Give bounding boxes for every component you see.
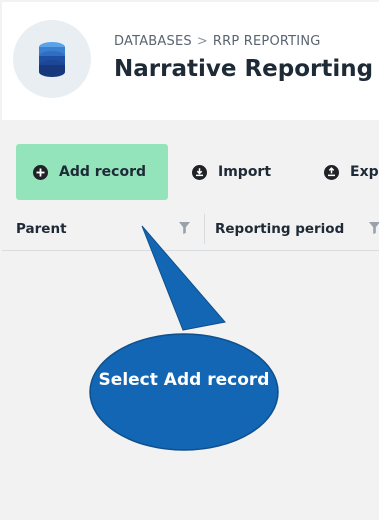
column-header-reporting-period[interactable]: Reporting period [215,208,344,250]
database-icon [39,42,65,77]
export-icon [324,164,339,180]
column-divider[interactable] [204,214,205,244]
breadcrumb-separator: > [196,34,208,49]
add-record-button[interactable]: Add record [16,144,168,200]
add-record-label: Add record [59,164,146,180]
page-header: DATABASES > RRP REPORTING Narrative Report… [2,2,379,120]
import-label: Import [218,164,272,180]
filter-icon[interactable] [179,222,190,234]
import-button[interactable]: Import [192,144,271,200]
filter-icon[interactable] [369,222,379,234]
column-label-reporting-period: Reporting period [215,221,345,237]
database-badge [13,20,91,98]
screen: DATABASES > RRP REPORTING Narrative Report… [0,0,379,520]
column-header-parent[interactable]: Parent [16,208,202,250]
breadcrumb: DATABASES > RRP REPORTING [114,34,321,49]
page-title: Narrative Reporting [114,56,374,82]
breadcrumb-rrp-reporting[interactable]: RRP REPORTING [213,34,321,49]
export-button[interactable]: Exp [324,144,379,200]
column-label-parent: Parent [16,221,67,237]
toolbar: Add record Import Exp [2,120,379,208]
records-grid: Parent Reporting period [2,208,379,520]
export-label: Exp [350,164,379,180]
plus-circle-icon [33,164,48,180]
grid-header: Parent Reporting period [2,208,379,251]
breadcrumb-databases[interactable]: DATABASES [114,34,192,49]
callout-text: Select Add record [98,370,270,390]
import-icon [192,164,207,180]
